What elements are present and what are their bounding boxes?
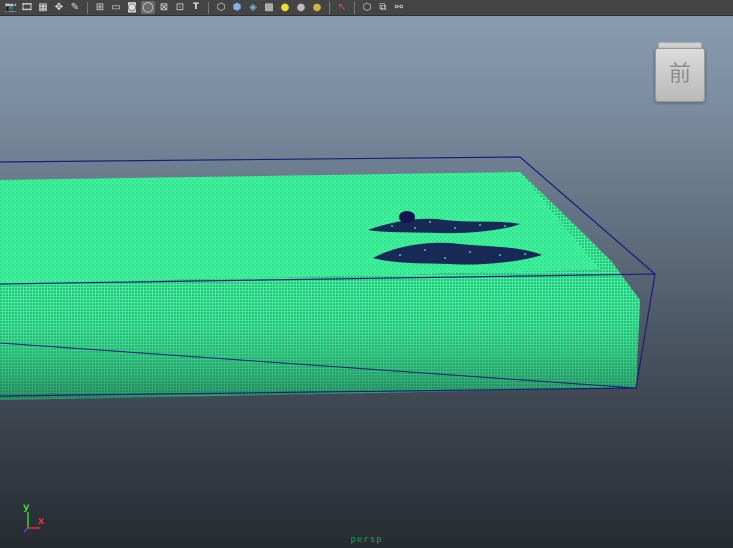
2d-pan-zoom-icon[interactable]: ✥: [52, 1, 66, 14]
safe-action-icon[interactable]: ⊡: [173, 1, 187, 14]
particle-front-shading: [0, 285, 640, 400]
toolbar-separator: [354, 1, 355, 14]
gate-mask-icon[interactable]: ◯: [141, 1, 155, 14]
xray-icon[interactable]: ⧉: [376, 1, 390, 14]
panel-toolbar: 📷 🎞 ▦ ✥ ✎ ⊞ ▭ ◙ ◯ ⊠ ⊡ T ⬡ ⬢ ◈ ▩ ● ● ● ↖ ⬡ ⧉ ⚯: [0, 0, 733, 16]
toolbar-separator: [87, 1, 88, 14]
isolate-select-icon[interactable]: ⬡: [360, 1, 374, 14]
wireframe-icon[interactable]: ⬡: [214, 1, 228, 14]
shadows-icon[interactable]: ●: [294, 1, 308, 14]
default-material-icon[interactable]: ●: [310, 1, 324, 14]
grease-pencil-icon[interactable]: ✎: [68, 1, 82, 14]
axis-x-label: x: [38, 516, 45, 527]
select-camera-icon[interactable]: ↖: [335, 1, 349, 14]
wireframe-on-shaded-icon[interactable]: ◈: [246, 1, 260, 14]
grid-icon[interactable]: ⊞: [93, 1, 107, 14]
particle-surface-top: [0, 172, 612, 284]
toolbar-separator: [329, 1, 330, 14]
safe-title-icon[interactable]: T: [189, 1, 203, 14]
xray-joints-icon[interactable]: ⚯: [392, 1, 406, 14]
viewcube[interactable]: 前: [655, 42, 705, 102]
film-gate-icon[interactable]: ▭: [109, 1, 123, 14]
field-chart-icon[interactable]: ⊠: [157, 1, 171, 14]
toolbar-separator: [208, 1, 209, 14]
fluid-scene[interactable]: [0, 0, 733, 548]
axis-y-label: y: [23, 502, 30, 513]
axis-indicator: y x: [18, 500, 58, 536]
camera-name-label: persp: [350, 535, 383, 545]
perspective-viewport[interactable]: 📷 🎞 ▦ ✥ ✎ ⊞ ▭ ◙ ◯ ⊠ ⊡ T ⬡ ⬢ ◈ ▩ ● ● ● ↖ ⬡ ⧉ ⚯ 前 y x persp: [0, 0, 733, 548]
camera-attributes-icon[interactable]: 📷: [4, 1, 18, 14]
resolution-gate-icon[interactable]: ◙: [125, 1, 139, 14]
viewcube-front-label: 前: [668, 62, 691, 87]
textured-icon[interactable]: ▩: [262, 1, 276, 14]
use-all-lights-icon[interactable]: ●: [278, 1, 292, 14]
bookmarks-icon[interactable]: 🎞: [20, 1, 34, 14]
smooth-shade-icon[interactable]: ⬢: [230, 1, 244, 14]
image-plane-icon[interactable]: ▦: [36, 1, 50, 14]
